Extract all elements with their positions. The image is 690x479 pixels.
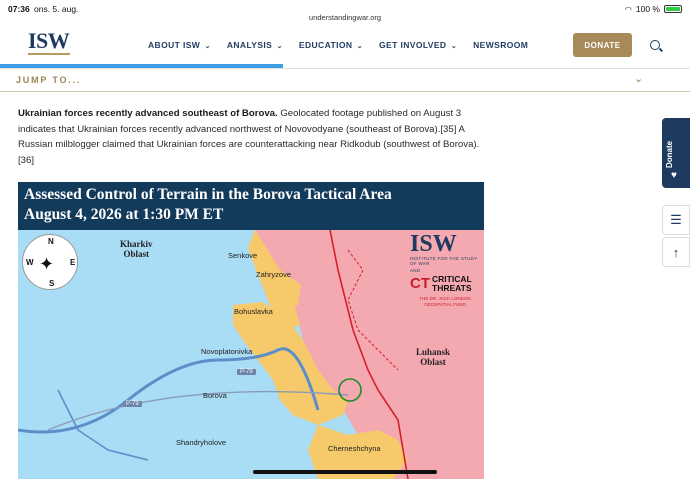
nav-get-involved-label: GET INVOLVED xyxy=(379,40,447,50)
nav-education-label: EDUCATION xyxy=(298,40,353,50)
wifi-icon: ◠ xyxy=(624,4,632,14)
road-tag: P-79 xyxy=(237,369,256,375)
paragraph-lead: Ukrainian forces recently advanced south… xyxy=(18,108,278,119)
nav-about[interactable]: ABOUT ISW ⌄ xyxy=(148,40,211,50)
nav-get-involved[interactable]: GET INVOLVED ⌄ xyxy=(379,40,457,50)
chevron-down-icon: ⌄ xyxy=(274,43,283,50)
address-url[interactable]: understandingwar.org xyxy=(0,13,690,22)
label-novoplatonivka: Novoplatonivka xyxy=(201,347,253,356)
jump-to-bar[interactable]: JUMP TO... ⌄ xyxy=(0,68,690,92)
heart-icon: ♥ xyxy=(671,170,677,181)
battery-percent: 100 % xyxy=(635,4,660,14)
fund-line-2: GEOSPATIAL FUND xyxy=(424,301,466,307)
fund-line-1: THE DR. JACK LONDON xyxy=(419,296,471,301)
arrow-up-icon: ↑ xyxy=(672,244,680,260)
nav-analysis-label: ANALYSIS xyxy=(226,40,273,50)
compass-w: W xyxy=(26,258,34,267)
chevron-down-icon: ⌄ xyxy=(448,43,458,50)
compass-e: E xyxy=(70,258,76,267)
label-shandryholove: Shandryholove xyxy=(176,438,227,447)
label-luhansk-oblast: Luhansk Oblast xyxy=(416,347,451,367)
jump-to-label: JUMP TO... xyxy=(16,75,82,85)
article-paragraph: Ukrainian forces recently advanced south… xyxy=(18,106,488,168)
logo-text: ISW xyxy=(28,28,70,53)
donate-button[interactable]: DONATE xyxy=(573,33,632,57)
nav-newsroom-label: NEWSROOM xyxy=(473,40,529,50)
ct-block: CT CRITICAL THREATS xyxy=(410,275,480,293)
toc-button[interactable]: ☰ xyxy=(662,205,690,235)
side-donate-label: Donate xyxy=(665,140,674,168)
ct-mark: CT xyxy=(410,275,430,292)
ct-text-2: THREATS xyxy=(432,283,472,293)
isw-logo[interactable]: ISW xyxy=(28,30,74,58)
nav-education[interactable]: EDUCATION ⌄ xyxy=(299,40,363,50)
map-isw-sub: INSTITUTE FOR THE STUDY OF WAR xyxy=(410,256,478,266)
search-icon[interactable] xyxy=(650,40,660,50)
main-nav: ABOUT ISW ⌄ ANALYSIS ⌄ EDUCATION ⌄ GET I… xyxy=(148,40,528,50)
nav-about-label: ABOUT ISW xyxy=(148,40,201,50)
nav-newsroom[interactable]: NEWSROOM xyxy=(473,40,528,50)
map-and: AND xyxy=(410,268,421,273)
scroll-top-button[interactable]: ↑ xyxy=(662,237,690,267)
map-date: August 4, 2026 at 1:30 PM ET xyxy=(24,206,224,223)
label-cherneshchyna: Cherneshchyna xyxy=(328,444,381,453)
chevron-down-icon[interactable]: ⌄ xyxy=(634,72,643,85)
nav-analysis[interactable]: ANALYSIS ⌄ xyxy=(227,40,283,50)
home-indicator[interactable] xyxy=(253,470,437,474)
chevron-down-icon: ⌄ xyxy=(354,43,364,50)
map-branding: ISW INSTITUTE FOR THE STUDY OF WAR AND C… xyxy=(410,232,480,307)
logo-underline xyxy=(28,53,70,55)
map-title-bar: Assessed Control of Terrain in the Borov… xyxy=(18,182,484,230)
battery-icon xyxy=(664,5,682,13)
site-header: ISW ABOUT ISW ⌄ ANALYSIS ⌄ EDUCATION ⌄ G… xyxy=(0,22,690,66)
list-icon: ☰ xyxy=(670,212,682,227)
map-figure[interactable]: Assessed Control of Terrain in the Borov… xyxy=(18,182,484,479)
compass-rose: N S E W ✦ xyxy=(22,234,78,290)
map-title: Assessed Control of Terrain in the Borov… xyxy=(24,186,392,203)
label-zahryzove: Zahryzove xyxy=(256,270,292,279)
compass-n: N xyxy=(48,237,54,246)
ct-words: CRITICAL THREATS xyxy=(432,275,472,293)
label-bohuslavka: Bohuslavka xyxy=(234,307,273,316)
label-kharkiv-oblast: Kharkiv Oblast xyxy=(120,239,153,259)
status-bar: 07:36 ons. 5. aug. understandingwar.org … xyxy=(0,0,690,22)
road-tag: P-79 xyxy=(123,401,142,407)
map-isw-logo: ISW xyxy=(410,231,457,257)
label-senkove: Senkove xyxy=(228,251,258,260)
compass-s: S xyxy=(49,279,55,288)
side-donate-button[interactable]: Donate ♥ xyxy=(662,118,690,188)
compass-star-icon: ✦ xyxy=(39,254,55,274)
status-right: ◠ 100 % xyxy=(625,4,682,14)
label-borova: Borova xyxy=(203,391,227,400)
chevron-down-icon: ⌄ xyxy=(202,43,211,50)
